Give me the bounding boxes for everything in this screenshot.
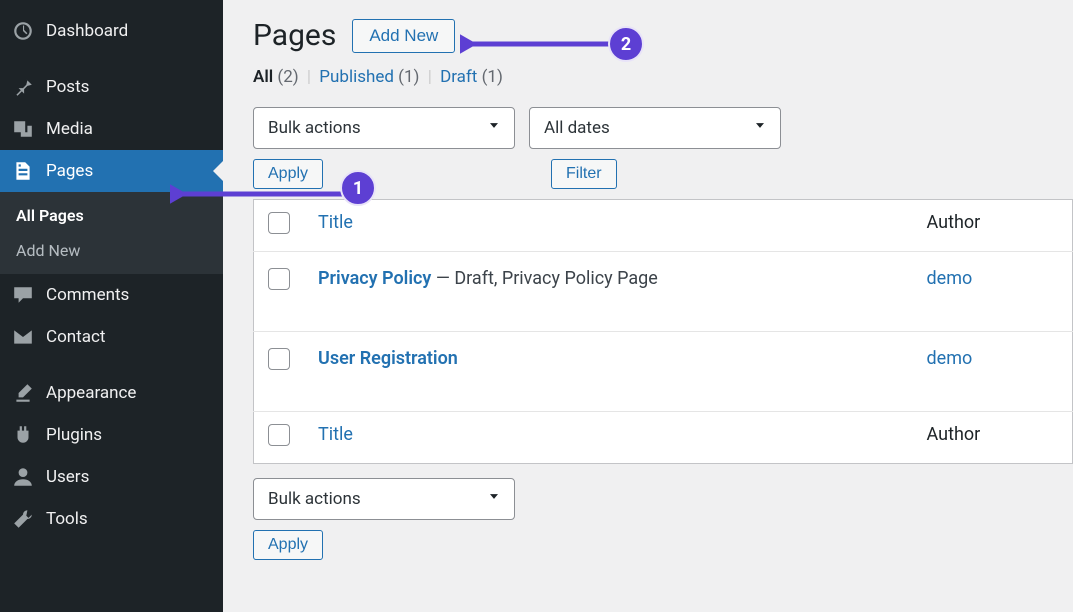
row-title-link[interactable]: Privacy Policy <box>318 268 431 289</box>
sidebar-item-label: Dashboard <box>46 21 128 41</box>
filter-link-draft[interactable]: Draft <box>440 67 477 87</box>
filter-link-all[interactable]: All <box>253 67 273 87</box>
sidebar-item-label: Media <box>46 119 93 139</box>
mail-icon <box>12 326 34 348</box>
page-title: Pages <box>253 18 336 53</box>
row-checkbox[interactable] <box>268 348 290 370</box>
pages-icon <box>12 160 34 182</box>
column-header-title[interactable]: Title <box>304 200 913 252</box>
comment-icon <box>12 284 34 306</box>
table-top-controls: Bulk actions All dates <box>253 107 1073 149</box>
row-title-link[interactable]: User Registration <box>318 348 458 369</box>
sidebar-subitem-add-new[interactable]: Add New <box>0 233 223 268</box>
sidebar-item-dashboard[interactable]: Dashboard <box>0 10 223 52</box>
filter-count-all: (2) <box>277 67 298 87</box>
add-new-button[interactable]: Add New <box>352 19 455 53</box>
annotation-badge-2: 2 <box>608 26 644 62</box>
chevron-down-icon <box>752 118 768 139</box>
pages-table: Title Author Privacy Policy — Draft, Pri… <box>253 199 1073 464</box>
sidebar-item-label: Posts <box>46 77 89 97</box>
column-footer-title[interactable]: Title <box>304 412 913 464</box>
admin-sidebar: Dashboard Posts Media Pages All Pages Ad… <box>0 0 223 612</box>
status-filter-links: All (2) | Published (1) | Draft (1) <box>253 67 1073 87</box>
date-filter-value: All dates <box>544 118 610 138</box>
sidebar-item-label: Appearance <box>46 383 136 403</box>
sidebar-submenu-pages: All Pages Add New <box>0 192 223 274</box>
filter-count-published: (1) <box>398 67 419 87</box>
sidebar-item-label: Comments <box>46 285 129 305</box>
chevron-down-icon <box>486 489 502 510</box>
select-all-checkbox[interactable] <box>268 212 290 234</box>
column-footer-author[interactable]: Author <box>913 412 1073 464</box>
bulk-actions-select-bottom[interactable]: Bulk actions <box>253 478 515 520</box>
plug-icon <box>12 424 34 446</box>
sidebar-item-posts[interactable]: Posts <box>0 66 223 108</box>
bulk-actions-select[interactable]: Bulk actions <box>253 107 515 149</box>
wrench-icon <box>12 508 34 530</box>
sidebar-item-media[interactable]: Media <box>0 108 223 150</box>
select-all-checkbox-footer[interactable] <box>268 424 290 446</box>
filter-link-published[interactable]: Published <box>319 67 394 87</box>
dashboard-icon <box>12 20 34 42</box>
sidebar-item-comments[interactable]: Comments <box>0 274 223 316</box>
filter-count-draft: (1) <box>482 67 503 87</box>
row-author-link[interactable]: demo <box>927 268 973 289</box>
sidebar-item-pages[interactable]: Pages <box>0 150 223 192</box>
table-row: User Registration demo <box>254 332 1073 412</box>
date-filter-select[interactable]: All dates <box>529 107 781 149</box>
filter-button[interactable]: Filter <box>551 159 617 189</box>
row-meta: — Draft, Privacy Policy Page <box>431 268 657 289</box>
sidebar-item-label: Plugins <box>46 425 102 445</box>
annotation-badge-1: 1 <box>340 170 376 206</box>
row-author-link[interactable]: demo <box>927 348 973 369</box>
bulk-actions-value: Bulk actions <box>268 118 361 138</box>
table-top-actions: Apply Filter <box>253 159 1073 189</box>
table-bottom-controls: Bulk actions Apply <box>253 478 1073 560</box>
table-row: Privacy Policy — Draft, Privacy Policy P… <box>254 252 1073 332</box>
user-icon <box>12 466 34 488</box>
apply-button-bottom[interactable]: Apply <box>253 530 323 560</box>
page-header: Pages Add New <box>253 18 1073 53</box>
bulk-actions-value: Bulk actions <box>268 489 361 509</box>
sidebar-item-label: Tools <box>46 509 88 529</box>
sidebar-item-users[interactable]: Users <box>0 456 223 498</box>
column-header-author[interactable]: Author <box>913 200 1073 252</box>
sidebar-item-appearance[interactable]: Appearance <box>0 372 223 414</box>
chevron-down-icon <box>486 118 502 139</box>
sidebar-item-plugins[interactable]: Plugins <box>0 414 223 456</box>
media-icon <box>12 118 34 140</box>
apply-button[interactable]: Apply <box>253 159 323 189</box>
brush-icon <box>12 382 34 404</box>
sidebar-item-label: Users <box>46 467 89 487</box>
pin-icon <box>12 76 34 98</box>
sidebar-subitem-all-pages[interactable]: All Pages <box>0 198 223 233</box>
sidebar-item-label: Pages <box>46 161 93 181</box>
row-checkbox[interactable] <box>268 268 290 290</box>
sidebar-item-tools[interactable]: Tools <box>0 498 223 540</box>
sidebar-item-label: Contact <box>46 327 105 347</box>
sidebar-item-contact[interactable]: Contact <box>0 316 223 358</box>
main-content: Pages Add New All (2) | Published (1) | … <box>223 0 1073 612</box>
